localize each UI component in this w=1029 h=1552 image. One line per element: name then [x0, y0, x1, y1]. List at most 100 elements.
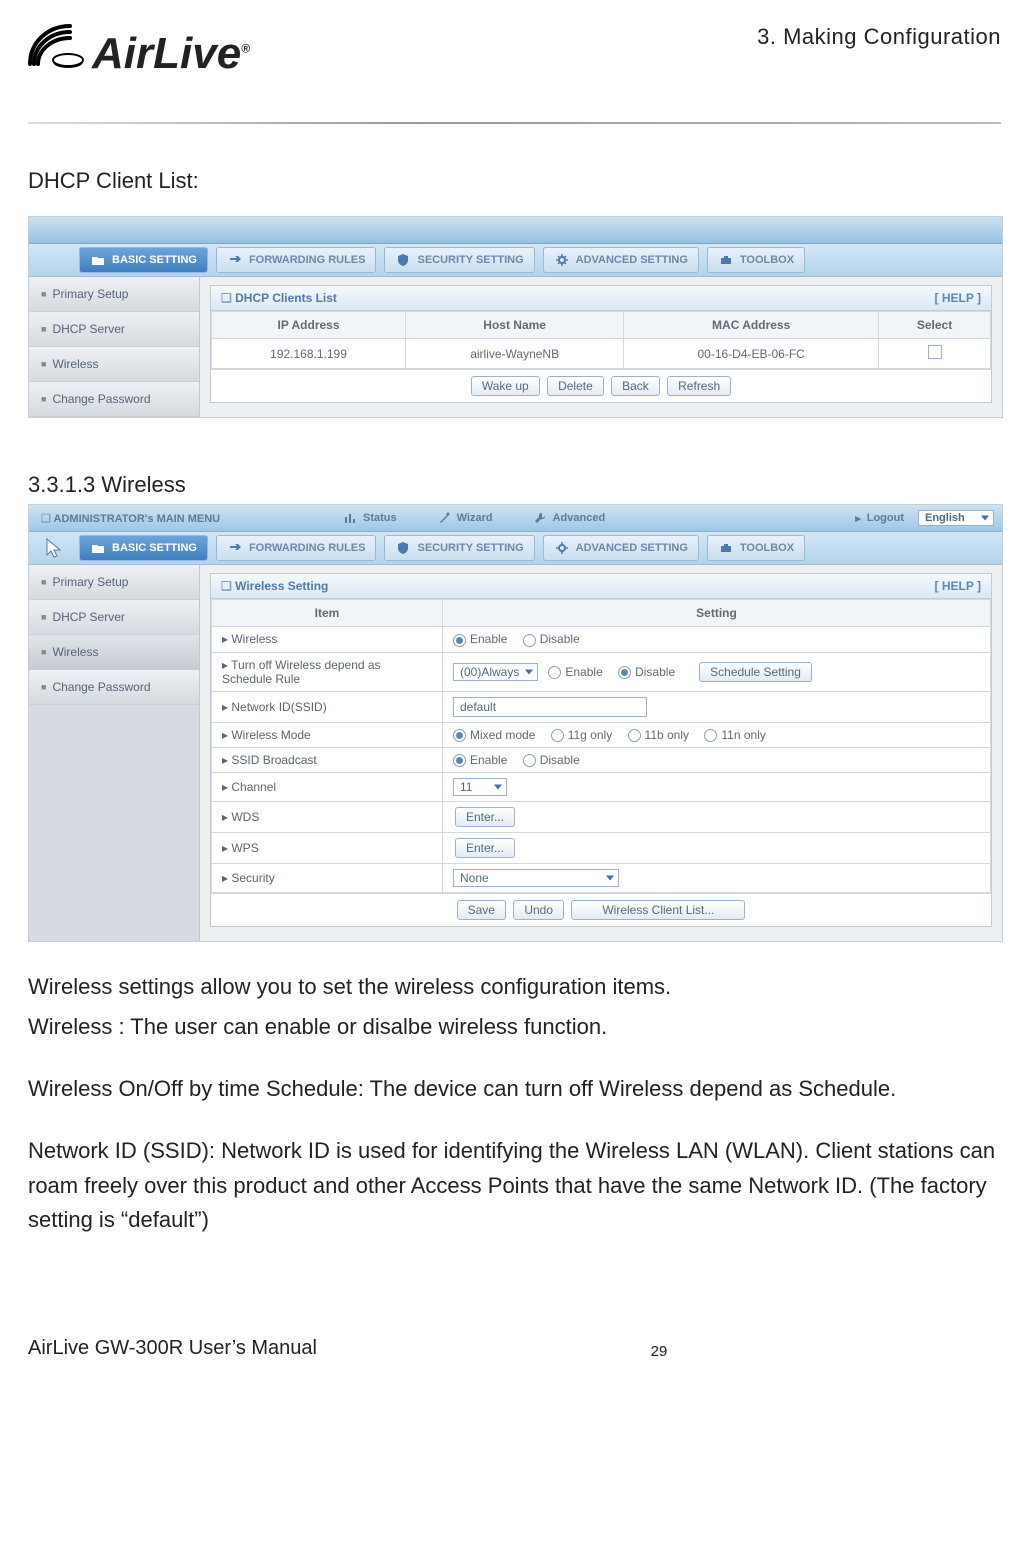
- row-ssid: ▸ Network ID(SSID): [212, 691, 443, 722]
- mode-11b-radio[interactable]: [628, 729, 641, 742]
- sidebar-item-dhcp-server[interactable]: ■DHCP Server: [29, 312, 199, 347]
- dhcp-heading: DHCP Client List:: [28, 164, 1001, 198]
- col-setting: Setting: [443, 600, 991, 627]
- wds-enter-button[interactable]: Enter...: [455, 807, 515, 827]
- broadcast-enable-radio[interactable]: [453, 754, 466, 767]
- dhcp-table: IP Address Host Name MAC Address Select …: [211, 311, 991, 369]
- gear-icon: [554, 252, 570, 268]
- ssid-input[interactable]: default: [453, 697, 647, 717]
- schedule-setting-button[interactable]: Schedule Setting: [699, 662, 812, 682]
- folder-icon: [90, 252, 106, 268]
- col-mac: MAC Address: [624, 312, 879, 339]
- header-divider: [28, 122, 1001, 124]
- brand-logo: AirLive®: [28, 20, 250, 76]
- table-row: 192.168.1.199 airlive-WayneNB 00-16-D4-E…: [212, 339, 991, 369]
- status-link[interactable]: Status: [343, 511, 397, 525]
- tab-toolbox[interactable]: TOOLBOX: [707, 247, 805, 273]
- sidebar-item-wireless-2[interactable]: ■Wireless: [29, 635, 199, 670]
- para4: Network ID (SSID): Network ID is used fo…: [28, 1134, 1001, 1236]
- shield-icon: [395, 540, 411, 556]
- help-link-2[interactable]: [ HELP ]: [935, 579, 981, 593]
- broadcast-disable-radio[interactable]: [523, 754, 536, 767]
- mode-11n-radio[interactable]: [704, 729, 717, 742]
- logo-text: AirLive®: [92, 32, 250, 76]
- dhcp-screenshot: BASIC SETTING FORWARDING RULES SECURITY …: [28, 216, 1003, 418]
- page-header: AirLive® 3. Making Configuration: [28, 20, 1001, 76]
- channel-select[interactable]: 11: [453, 778, 507, 796]
- cursor-icon: [43, 536, 67, 560]
- gear-icon: [554, 540, 570, 556]
- arrows-icon: [227, 252, 243, 268]
- tab-toolbox-2[interactable]: TOOLBOX: [707, 535, 805, 561]
- row-wireless: ▸ Wireless: [212, 627, 443, 652]
- schedule-rule-select[interactable]: (00)Always: [453, 663, 538, 681]
- sidebar-item-wireless[interactable]: ■Wireless: [29, 347, 199, 382]
- para2: Wireless : The user can enable or disalb…: [28, 1010, 1001, 1044]
- admin-title: ADMINISTRATOR's MAIN MENU: [54, 513, 221, 525]
- para3: Wireless On/Off by time Schedule: The de…: [28, 1072, 1001, 1106]
- sidebar-item-dhcp-server-2[interactable]: ■DHCP Server: [29, 600, 199, 635]
- wireless-client-list-button[interactable]: Wireless Client List...: [571, 900, 745, 920]
- mode-11g-radio[interactable]: [551, 729, 564, 742]
- wireless-settings-table: Item Setting ▸ Wireless Enable Disable ▸…: [211, 599, 991, 893]
- language-select[interactable]: English: [918, 510, 994, 526]
- tab-basic-setting-2[interactable]: BASIC SETTING: [79, 535, 208, 561]
- tab-advanced-setting[interactable]: ADVANCED SETTING: [543, 247, 699, 273]
- schedule-enable-radio[interactable]: [548, 666, 561, 679]
- col-select: Select: [879, 312, 991, 339]
- wireless-section-heading: 3.3.1.3 Wireless: [28, 468, 1001, 502]
- security-select[interactable]: None: [453, 869, 619, 887]
- wireless-button-row: Save Undo Wireless Client List...: [211, 893, 991, 926]
- toolbox-icon: [718, 540, 734, 556]
- manual-title: AirLive GW-300R User’s Manual: [28, 1337, 317, 1360]
- row-wps: ▸ WPS: [212, 833, 443, 864]
- row-schedule: ▸ Turn off Wireless depend as Schedule R…: [212, 652, 443, 691]
- wake-up-button[interactable]: Wake up: [471, 376, 540, 396]
- wireless-screenshot: ❏ ADMINISTRATOR's MAIN MENU Status Wizar…: [28, 504, 1003, 942]
- tab-security-setting[interactable]: SECURITY SETTING: [384, 247, 534, 273]
- schedule-disable-radio[interactable]: [618, 666, 631, 679]
- help-link[interactable]: [ HELP ]: [935, 291, 981, 305]
- mode-mixed-radio[interactable]: [453, 729, 466, 742]
- sidebar-item-change-password[interactable]: ■Change Password: [29, 382, 199, 417]
- row-mode: ▸ Wireless Mode: [212, 722, 443, 747]
- tab-security-setting-2[interactable]: SECURITY SETTING: [384, 535, 534, 561]
- panel-title-wireless: ❏ Wireless Setting: [221, 579, 328, 593]
- undo-button[interactable]: Undo: [513, 900, 564, 920]
- sidebar-item-primary-setup-2[interactable]: ■Primary Setup: [29, 565, 199, 600]
- folder-icon: [90, 540, 106, 556]
- logout-link[interactable]: ▸ Logout: [855, 512, 904, 525]
- wireless-enable-radio[interactable]: [453, 634, 466, 647]
- sidebar-item-primary-setup[interactable]: ■Primary Setup: [29, 277, 199, 312]
- sidebar: ■Primary Setup ■DHCP Server ■Wireless ■C…: [29, 277, 200, 417]
- page-number: 29: [651, 1343, 668, 1360]
- select-checkbox[interactable]: [928, 345, 942, 359]
- main-tabs-2: BASIC SETTING FORWARDING RULES SECURITY …: [29, 532, 1002, 565]
- sidebar-2: ■Primary Setup ■DHCP Server ■Wireless ■C…: [29, 565, 200, 941]
- refresh-button[interactable]: Refresh: [667, 376, 731, 396]
- status-icon: [343, 511, 357, 525]
- delete-button[interactable]: Delete: [547, 376, 604, 396]
- toolbox-icon: [718, 252, 734, 268]
- tab-advanced-setting-2[interactable]: ADVANCED SETTING: [543, 535, 699, 561]
- top-gradient-bar: [29, 217, 1002, 244]
- wizard-link[interactable]: Wizard: [437, 511, 493, 525]
- page-footer: AirLive GW-300R User’s Manual 29: [28, 1337, 1001, 1360]
- tab-basic-setting[interactable]: BASIC SETTING: [79, 247, 208, 273]
- row-broadcast: ▸ SSID Broadcast: [212, 747, 443, 772]
- sidebar-item-change-password-2[interactable]: ■Change Password: [29, 670, 199, 705]
- col-item: Item: [212, 600, 443, 627]
- save-button[interactable]: Save: [457, 900, 506, 920]
- wand-icon: [437, 511, 451, 525]
- row-security: ▸ Security: [212, 864, 443, 893]
- wps-enter-button[interactable]: Enter...: [455, 838, 515, 858]
- tab-forwarding-rules-2[interactable]: FORWARDING RULES: [216, 535, 377, 561]
- wireless-disable-radio[interactable]: [523, 634, 536, 647]
- chapter-title: 3. Making Configuration: [757, 24, 1001, 50]
- tab-forwarding-rules[interactable]: FORWARDING RULES: [216, 247, 377, 273]
- wireless-setting-panel: ❏ Wireless Setting [ HELP ] Item Setting…: [210, 573, 992, 927]
- dhcp-clients-panel: ❏ DHCP Clients List [ HELP ] IP Address …: [210, 285, 992, 403]
- advanced-link[interactable]: Advanced: [533, 511, 606, 525]
- back-button[interactable]: Back: [611, 376, 660, 396]
- shield-icon: [395, 252, 411, 268]
